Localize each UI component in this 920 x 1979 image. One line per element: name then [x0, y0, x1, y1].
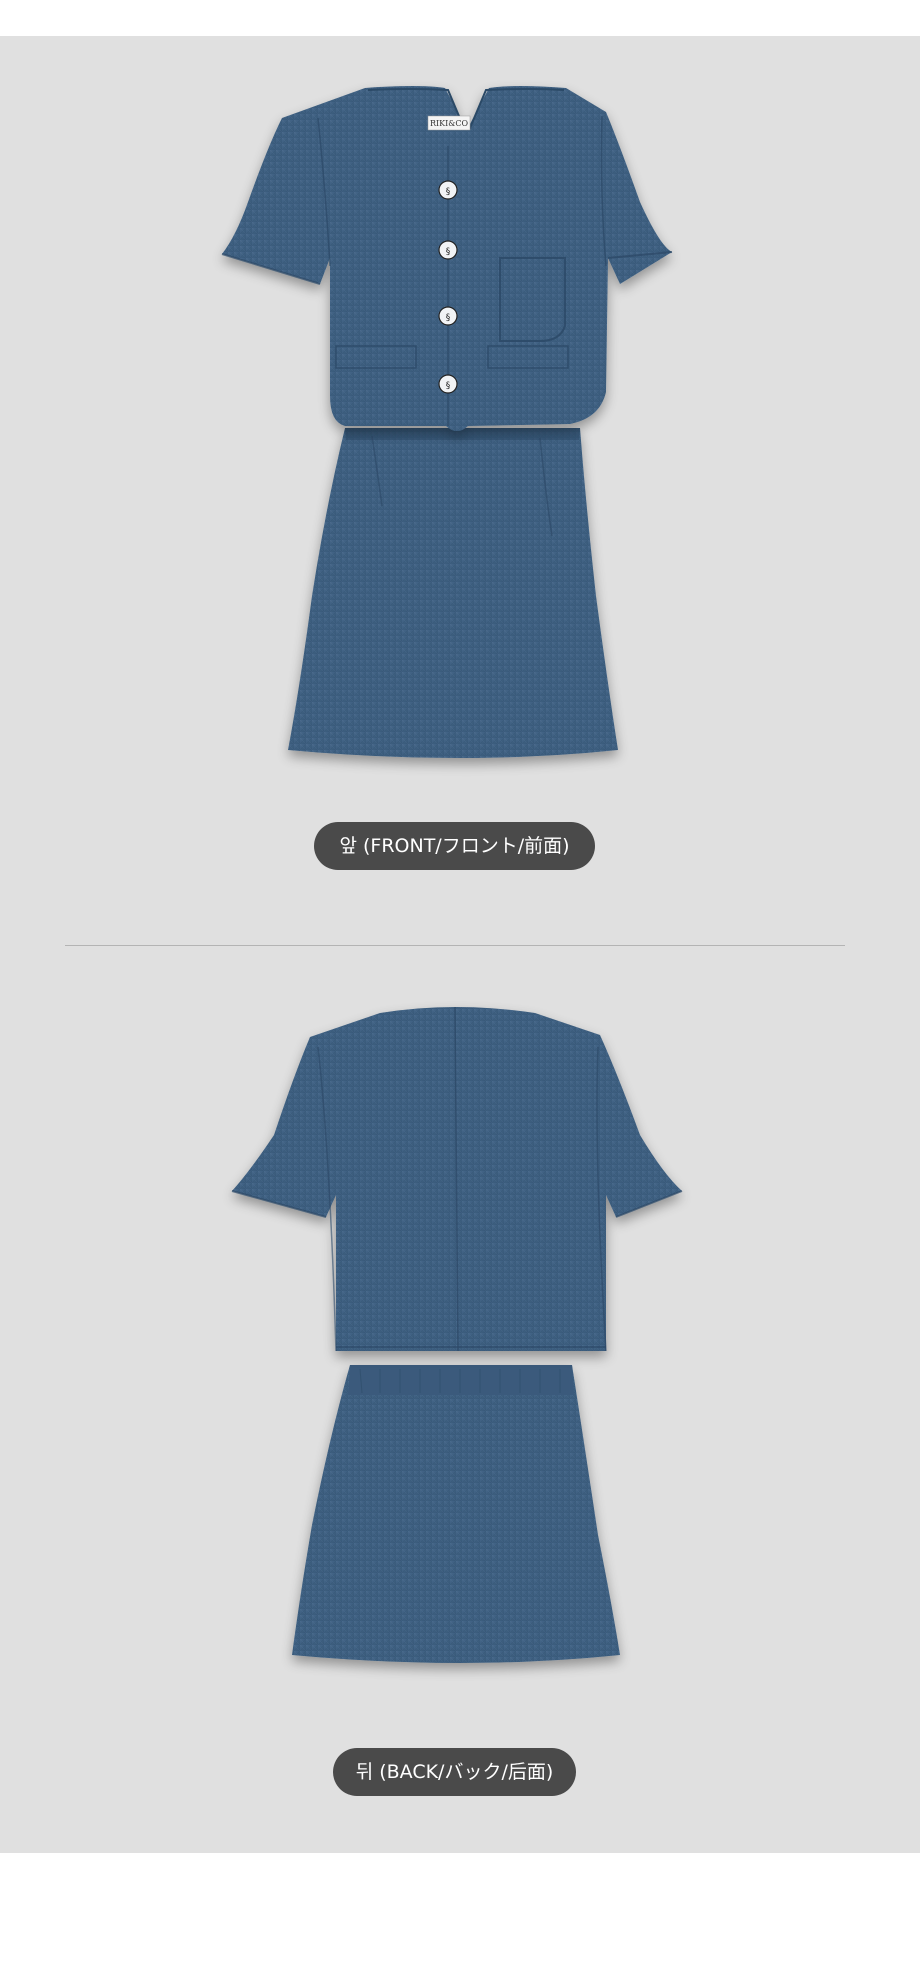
svg-text:RIKI&CO: RIKI&CO [430, 119, 469, 128]
product-detail-page: § § § § RIKI&CO 앞 (FRONT/フロント/前面) 뒤 (BAC… [0, 0, 920, 1979]
svg-text:§: § [446, 313, 451, 323]
back-view-image [231, 1006, 683, 1663]
brand-label-tag: RIKI&CO [427, 115, 471, 131]
front-view-caption: 앞 (FRONT/フロント/前面) [314, 822, 595, 870]
back-jacket [231, 1006, 683, 1352]
back-view-caption: 뒤 (BACK/バック/后面) [333, 1748, 576, 1796]
front-skirt [288, 428, 618, 758]
svg-text:§: § [446, 187, 451, 197]
front-view-image: § § § § RIKI&CO [221, 86, 673, 758]
svg-text:§: § [446, 381, 451, 391]
front-jacket: § § § § [221, 86, 673, 431]
back-skirt [292, 1365, 620, 1663]
section-divider [65, 945, 845, 946]
svg-text:§: § [446, 247, 451, 257]
